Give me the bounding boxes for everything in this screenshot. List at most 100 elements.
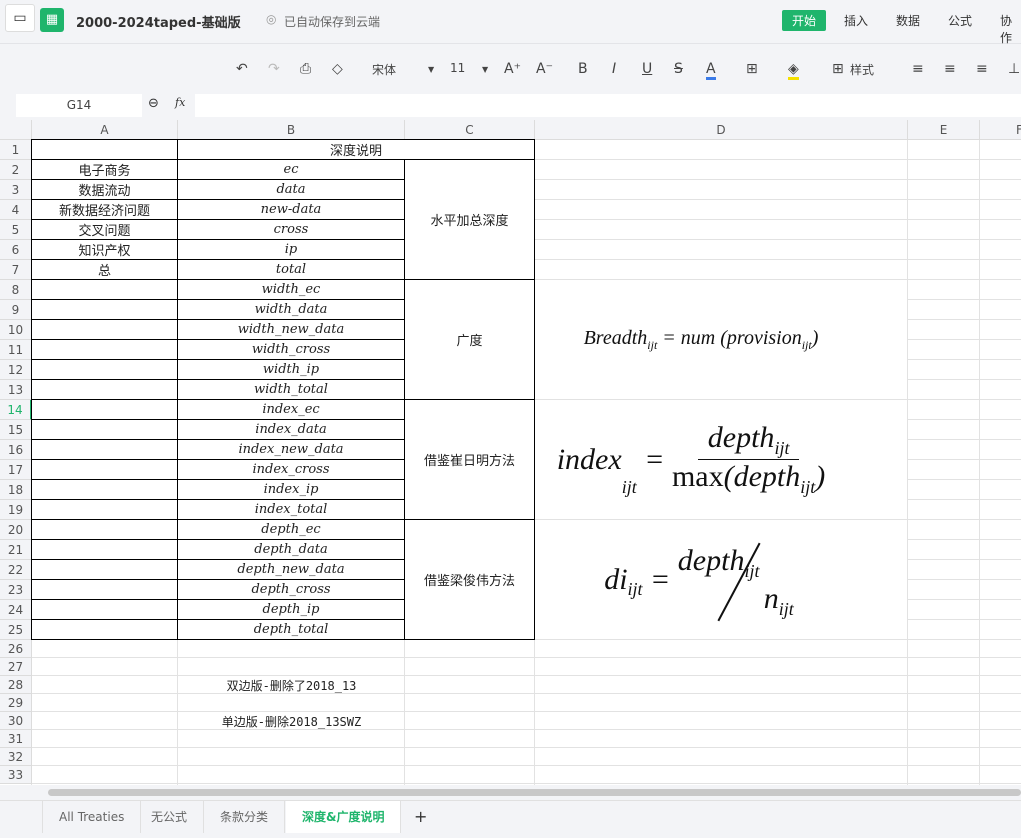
- menu-start[interactable]: 开始: [782, 10, 827, 31]
- cell[interactable]: [31, 439, 178, 460]
- cell[interactable]: 交叉问题: [31, 219, 178, 240]
- style-button[interactable]: 样式: [850, 61, 874, 78]
- row-header[interactable]: 4: [0, 200, 32, 220]
- row-header[interactable]: 9: [0, 300, 32, 320]
- row-header[interactable]: 16: [0, 440, 32, 460]
- spreadsheet-grid[interactable]: A B C D E F 1 2 3 4 5 6 7 8 9 10 11 12 13 14 15 16 17 18 19 20 21 2…: [0, 120, 1021, 785]
- row-header[interactable]: 22: [0, 560, 32, 580]
- row-header[interactable]: 11: [0, 340, 32, 360]
- cell[interactable]: [31, 519, 178, 540]
- cell[interactable]: 数据流动: [31, 179, 178, 200]
- row-header[interactable]: 30: [0, 712, 32, 730]
- row-header[interactable]: 18: [0, 480, 32, 500]
- redo-icon[interactable]: ↷: [268, 61, 280, 77]
- column-header[interactable]: B: [178, 120, 405, 140]
- row-header[interactable]: 2: [0, 160, 32, 180]
- row-header[interactable]: 8: [0, 280, 32, 300]
- cell[interactable]: [31, 299, 178, 320]
- cell[interactable]: [31, 139, 178, 160]
- row-header[interactable]: 17: [0, 460, 32, 480]
- horizontal-scrollbar[interactable]: [48, 789, 1021, 796]
- cell[interactable]: [31, 359, 178, 380]
- save-icon[interactable]: ▭: [5, 4, 35, 32]
- row-header[interactable]: 27: [0, 658, 32, 676]
- cell[interactable]: [31, 579, 178, 600]
- corner[interactable]: [0, 120, 32, 140]
- row-header[interactable]: 14: [0, 400, 32, 420]
- row-header[interactable]: 7: [0, 260, 32, 280]
- row-header[interactable]: 26: [0, 640, 32, 658]
- style-icon[interactable]: ⊞: [832, 61, 844, 77]
- eraser-icon[interactable]: ◇: [332, 61, 343, 77]
- cell[interactable]: width_new_data: [177, 319, 405, 340]
- cell[interactable]: depth_new_data: [177, 559, 405, 580]
- border-icon[interactable]: ⊞: [746, 61, 758, 77]
- cell[interactable]: new-data: [177, 199, 405, 220]
- cell[interactable]: [31, 539, 178, 560]
- cell[interactable]: depth_data: [177, 539, 405, 560]
- menu-formula[interactable]: 公式: [948, 12, 972, 29]
- row-header[interactable]: 12: [0, 360, 32, 380]
- cell[interactable]: depth_cross: [177, 579, 405, 600]
- cell[interactable]: [31, 599, 178, 620]
- menu-collab[interactable]: 协作: [1000, 12, 1021, 46]
- underline-icon[interactable]: U: [642, 61, 652, 77]
- cell[interactable]: width_data: [177, 299, 405, 320]
- align-left-icon[interactable]: ≡: [912, 61, 924, 77]
- format-painter-icon[interactable]: ⎙: [300, 61, 311, 77]
- menu-data[interactable]: 数据: [896, 12, 920, 29]
- cell[interactable]: width_ip: [177, 359, 405, 380]
- cell[interactable]: index_ec: [177, 399, 405, 420]
- cell[interactable]: data: [177, 179, 405, 200]
- cell[interactable]: width_cross: [177, 339, 405, 360]
- cell[interactable]: [31, 619, 178, 640]
- cell[interactable]: [31, 459, 178, 480]
- cell[interactable]: [31, 339, 178, 360]
- sheet-tab-active[interactable]: 深度&广度说明: [286, 801, 402, 833]
- cell[interactable]: [31, 559, 178, 580]
- row-header[interactable]: 32: [0, 748, 32, 766]
- row-header[interactable]: 19: [0, 500, 32, 520]
- font-color-icon[interactable]: A: [706, 61, 716, 80]
- cell[interactable]: index_cross: [177, 459, 405, 480]
- cell[interactable]: depth_ip: [177, 599, 405, 620]
- row-header[interactable]: 33: [0, 766, 32, 784]
- column-header[interactable]: F: [980, 120, 1021, 140]
- cell[interactable]: width_ec: [177, 279, 405, 300]
- cell[interactable]: [31, 379, 178, 400]
- row-header[interactable]: 24: [0, 600, 32, 620]
- cell[interactable]: [31, 419, 178, 440]
- cell[interactable]: 总: [31, 259, 178, 280]
- cell[interactable]: depth_ec: [177, 519, 405, 540]
- merged-cell[interactable]: 广度: [404, 279, 535, 400]
- size-select[interactable]: 11: [450, 61, 465, 75]
- cell[interactable]: 知识产权: [31, 239, 178, 260]
- row-header[interactable]: 23: [0, 580, 32, 600]
- cell[interactable]: index_data: [177, 419, 405, 440]
- cell[interactable]: index_ip: [177, 479, 405, 500]
- cell[interactable]: ip: [177, 239, 405, 260]
- cell[interactable]: depth_total: [177, 619, 405, 640]
- row-header[interactable]: 6: [0, 240, 32, 260]
- row-header[interactable]: 29: [0, 694, 32, 712]
- sheet-tab[interactable]: All Treaties: [42, 801, 142, 833]
- row-header[interactable]: 10: [0, 320, 32, 340]
- cell[interactable]: 双边版-删除了2018_13: [178, 676, 405, 694]
- merged-cell[interactable]: 深度说明: [177, 139, 535, 160]
- cell[interactable]: 单边版-删除2018_13SWZ: [178, 712, 405, 730]
- cell[interactable]: 新数据经济问题: [31, 199, 178, 220]
- undo-icon[interactable]: ↶: [236, 61, 248, 77]
- cell[interactable]: [31, 499, 178, 520]
- row-header[interactable]: 13: [0, 380, 32, 400]
- row-header[interactable]: 20: [0, 520, 32, 540]
- cell[interactable]: index_total: [177, 499, 405, 520]
- cell[interactable]: ec: [177, 159, 405, 180]
- formula-input[interactable]: [195, 94, 1021, 117]
- sheet-tab[interactable]: 条款分类: [204, 801, 286, 833]
- column-header[interactable]: A: [32, 120, 178, 140]
- cell[interactable]: cross: [177, 219, 405, 240]
- row-header[interactable]: 1: [0, 140, 32, 160]
- font-select[interactable]: 宋体: [372, 61, 396, 78]
- row-header[interactable]: 5: [0, 220, 32, 240]
- chevron-down-icon[interactable]: ▼: [482, 65, 488, 74]
